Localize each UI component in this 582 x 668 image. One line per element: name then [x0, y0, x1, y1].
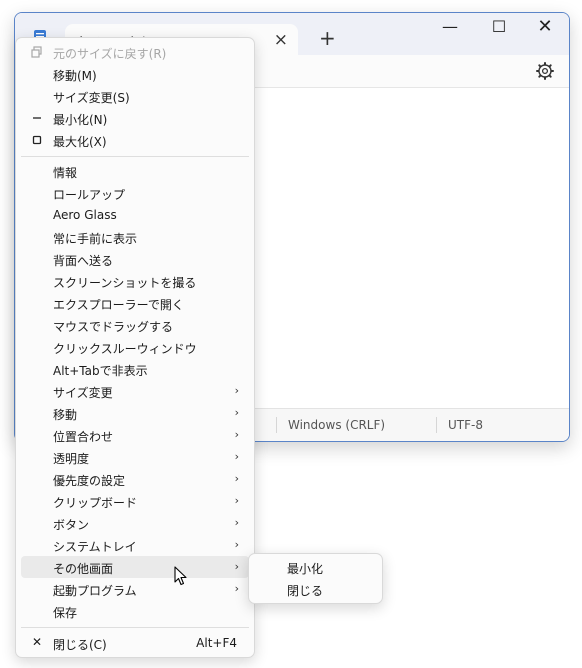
- menu-separator: [21, 627, 249, 628]
- menu-item-label: スクリーンショットを撮る: [53, 276, 197, 290]
- menu-item-label: 移動(M): [53, 69, 97, 83]
- close-window-button[interactable]: ✕: [522, 15, 568, 39]
- menu-item-label: 最大化(X): [53, 135, 107, 149]
- menu-item-align[interactable]: 位置合わせ ›: [21, 424, 249, 446]
- menu-item-transparency[interactable]: 透明度 ›: [21, 446, 249, 468]
- maximize-icon: [32, 135, 42, 145]
- menu-item-priority[interactable]: 優先度の設定 ›: [21, 468, 249, 490]
- menu-item-save[interactable]: 保存: [21, 600, 249, 622]
- status-encoding[interactable]: UTF-8: [448, 418, 483, 432]
- submenu-item-close[interactable]: 閉じる: [287, 582, 323, 599]
- menu-item-drag-with-mouse[interactable]: マウスでドラッグする: [21, 314, 249, 336]
- chevron-right-icon: ›: [234, 384, 239, 397]
- menu-item-label: マウスでドラッグする: [53, 320, 174, 334]
- menu-item-maximize[interactable]: 最大化(X): [21, 129, 249, 151]
- menu-item-label: Aero Glass: [53, 208, 117, 222]
- other-windows-submenu: 最小化 閉じる: [248, 553, 383, 604]
- gear-icon[interactable]: [535, 61, 555, 81]
- menu-item-label: クリックスルーウィンドウ: [53, 342, 197, 356]
- menu-item-move-submenu[interactable]: 移動 ›: [21, 402, 249, 424]
- submenu-item-minimize[interactable]: 最小化: [287, 560, 323, 577]
- menu-item-always-on-top[interactable]: 常に手前に表示: [21, 226, 249, 248]
- screenshot-canvas: タイトルなし × + — ☐ ✕: [0, 0, 582, 668]
- menu-item-label: 背面へ送る: [53, 254, 114, 268]
- chevron-right-icon: ›: [234, 516, 239, 529]
- menu-item-minimize[interactable]: 最小化(N): [21, 107, 249, 129]
- status-separator: [436, 417, 437, 433]
- chevron-right-icon: ›: [234, 428, 239, 441]
- chevron-right-icon: ›: [234, 472, 239, 485]
- menu-item-label: その他画面: [53, 562, 114, 576]
- menu-item-hide-alt-tab[interactable]: Alt+Tabで非表示: [21, 358, 249, 380]
- chevron-right-icon: ›: [234, 538, 239, 551]
- menu-item-other-windows[interactable]: その他画面 ›: [21, 556, 249, 578]
- tab-close-icon[interactable]: ×: [274, 30, 288, 50]
- menu-item-label: 透明度: [53, 452, 90, 466]
- menu-item-system-tray[interactable]: システムトレイ ›: [21, 534, 249, 556]
- menu-item-info[interactable]: 情報: [21, 160, 249, 182]
- close-icon: ✕: [31, 635, 43, 649]
- minimize-icon: [33, 117, 41, 119]
- menu-item-resize[interactable]: サイズ変更(S): [21, 85, 249, 107]
- menu-item-open-in-explorer[interactable]: エクスプローラーで開く: [21, 292, 249, 314]
- status-line-ending[interactable]: Windows (CRLF): [288, 418, 385, 432]
- menu-item-close[interactable]: ✕ 閉じる(C) Alt+F4: [21, 632, 249, 654]
- mouse-pointer-icon: [174, 566, 187, 586]
- chevron-right-icon: ›: [234, 494, 239, 507]
- minimize-window-button[interactable]: —: [427, 15, 473, 39]
- menu-item-label: クリップボード: [53, 496, 138, 510]
- menu-item-label: サイズ変更: [53, 386, 113, 400]
- menu-item-clipboard[interactable]: クリップボード ›: [21, 490, 249, 512]
- menu-item-aero-glass[interactable]: Aero Glass: [21, 204, 249, 226]
- menu-item-label: 保存: [53, 606, 78, 620]
- menu-item-click-through[interactable]: クリックスルーウィンドウ: [21, 336, 249, 358]
- system-context-menu: 元のサイズに戻す(R) 移動(M) サイズ変更(S) 最小化(N) 最大化(X)…: [15, 37, 255, 658]
- menu-item-label: 移動: [53, 408, 78, 422]
- menu-item-accelerator: Alt+F4: [196, 636, 237, 650]
- menu-item-label: 優先度の設定: [53, 474, 126, 488]
- menu-item-label: 情報: [53, 166, 78, 180]
- menu-item-screenshot[interactable]: スクリーンショットを撮る: [21, 270, 249, 292]
- menu-item-rollup[interactable]: ロールアップ: [21, 182, 249, 204]
- menu-item-label: 最小化(N): [53, 113, 108, 127]
- menu-item-label: 位置合わせ: [53, 430, 114, 444]
- menu-item-label: 起動プログラム: [53, 584, 137, 598]
- menu-item-button[interactable]: ボタン ›: [21, 512, 249, 534]
- menu-item-label: 元のサイズに戻す(R): [53, 47, 167, 61]
- menu-item-label: 閉じる(C): [53, 638, 107, 652]
- new-tab-button[interactable]: +: [319, 26, 336, 50]
- menu-item-send-to-back[interactable]: 背面へ送る: [21, 248, 249, 270]
- menu-item-label: ロールアップ: [53, 188, 126, 202]
- status-separator: [276, 417, 277, 433]
- menu-item-resize-submenu[interactable]: サイズ変更 ›: [21, 380, 249, 402]
- menu-item-label: エクスプローラーで開く: [53, 298, 184, 312]
- menu-item-label: Alt+Tabで非表示: [53, 364, 148, 378]
- chevron-right-icon: ›: [234, 450, 239, 463]
- restore-icon: [31, 46, 42, 58]
- chevron-right-icon: ›: [234, 560, 239, 573]
- chevron-right-icon: ›: [234, 582, 239, 595]
- menu-item-restore[interactable]: 元のサイズに戻す(R): [21, 41, 249, 63]
- menu-item-label: 常に手前に表示: [53, 232, 138, 246]
- menu-item-label: システムトレイ: [53, 540, 137, 554]
- maximize-window-button[interactable]: ☐: [476, 15, 522, 39]
- menu-item-label: サイズ変更(S): [53, 91, 130, 105]
- menu-item-label: ボタン: [53, 518, 90, 532]
- menu-item-move[interactable]: 移動(M): [21, 63, 249, 85]
- menu-separator: [21, 156, 249, 157]
- chevron-right-icon: ›: [234, 406, 239, 419]
- menu-item-startup-program[interactable]: 起動プログラム ›: [21, 578, 249, 600]
